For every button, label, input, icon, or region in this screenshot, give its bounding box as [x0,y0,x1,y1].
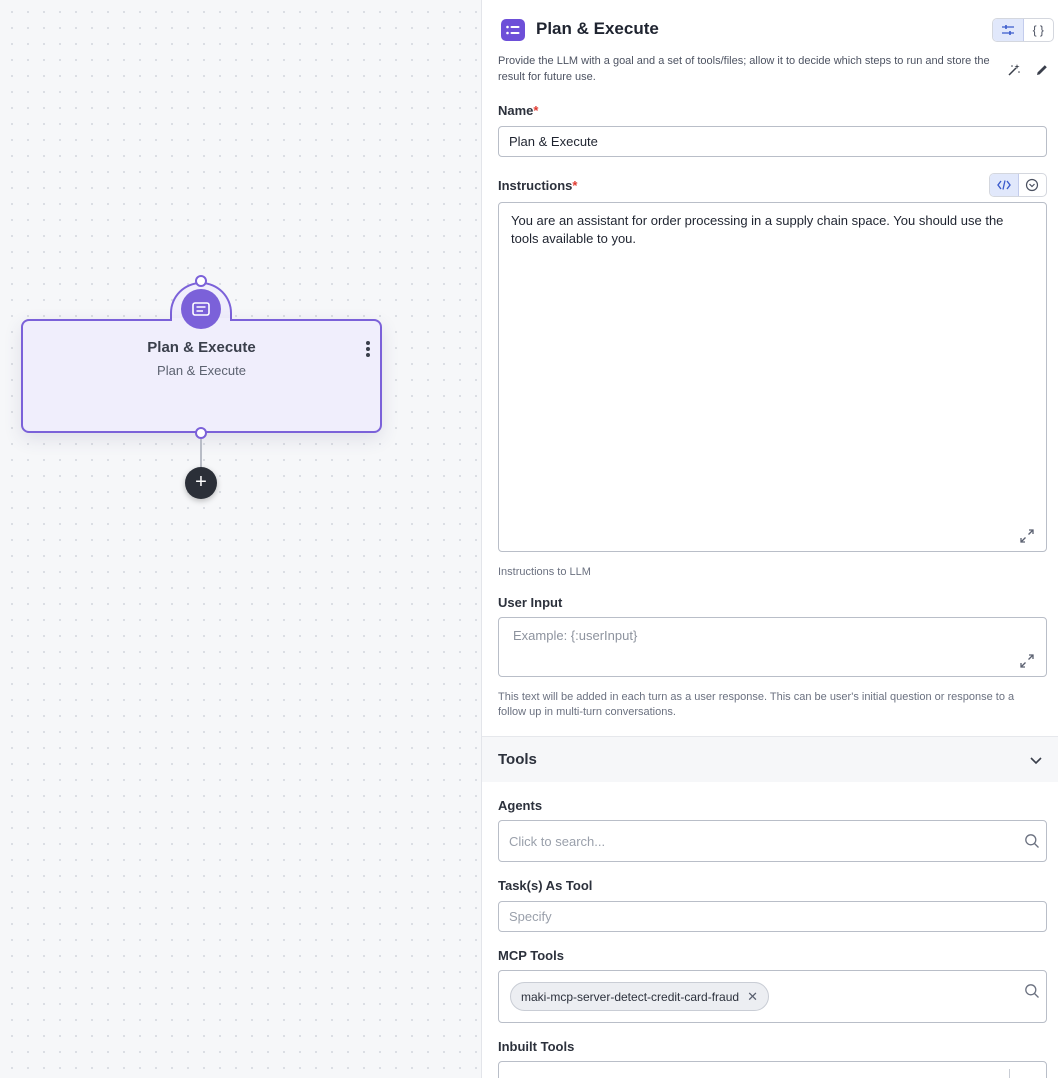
instructions-textarea[interactable]: You are an assistant for order processin… [498,202,1047,552]
node-connector-line [200,439,202,469]
add-node-button[interactable]: + [185,467,217,499]
select-separator [1009,1069,1010,1078]
expand-user-input-icon[interactable] [1019,653,1035,669]
tasks-as-tool-label: Task(s) As Tool [498,878,593,893]
search-icon [1024,833,1040,849]
required-marker: * [572,178,578,193]
name-label-text: Name [498,103,534,118]
description-actions [1006,62,1050,78]
search-icon [1024,983,1040,999]
node-input-port[interactable] [195,275,207,287]
instructions-help-text: Instructions to LLM [498,566,591,578]
json-view-button[interactable]: { } [1024,19,1054,41]
user-input-label: User Input [498,595,563,610]
node-list-card-icon [181,289,221,329]
agents-search-input[interactable] [498,820,1047,862]
name-label: Name* [498,103,538,118]
magic-wand-icon[interactable] [1006,62,1022,78]
expand-instructions-icon[interactable] [1019,528,1035,544]
user-input-textarea[interactable] [498,617,1047,677]
tools-section-header[interactable] [482,736,1058,782]
node-output-port[interactable] [195,427,207,439]
code-mode-button[interactable] [990,174,1019,196]
workflow-canvas[interactable]: Plan & Execute Plan & Execute + [0,0,481,1078]
inbuilt-tools-label: Inbuilt Tools [498,1039,575,1054]
node-title: Plan & Execute [147,339,256,356]
required-marker: * [533,103,539,118]
inbuilt-tools-select[interactable] [498,1061,1047,1078]
panel-title: Plan & Execute [536,19,659,38]
node-more-options-icon[interactable] [360,338,376,360]
chevron-down-icon[interactable] [1028,752,1044,768]
tools-section-title: Tools [498,751,537,768]
remove-chip-icon[interactable]: ✕ [747,990,758,1003]
agents-label: Agents [498,798,543,813]
view-mode-toggle: { } [992,18,1054,42]
variable-picker-button[interactable] [1019,174,1047,196]
instructions-mode-toggle [989,173,1047,197]
mcp-tool-chip-label: maki-mcp-server-detect-credit-card-fraud [521,989,740,1004]
tasks-as-tool-input[interactable] [498,901,1047,932]
instructions-label: Instructions* [498,178,577,193]
name-input[interactable] [498,126,1047,157]
code-icon [996,180,1011,190]
chevron-circle-down-icon [1026,178,1039,192]
properties-panel: Plan & Execute { } Provide the LLM with … [482,0,1058,1078]
user-input-help-text: This text will be added in each turn as … [498,691,1015,718]
panel-description: Provide the LLM with a goal and a set of… [498,55,990,83]
mcp-tools-label: MCP Tools [498,948,564,963]
list-card-icon [501,19,525,41]
node-subtitle: Plan & Execute [157,363,246,378]
mcp-tool-chip: maki-mcp-server-detect-credit-card-fraud… [510,982,769,1011]
form-view-button[interactable] [993,19,1024,41]
sliders-icon [1001,25,1014,35]
instructions-label-text: Instructions [498,178,573,193]
pencil-icon[interactable] [1034,62,1050,78]
